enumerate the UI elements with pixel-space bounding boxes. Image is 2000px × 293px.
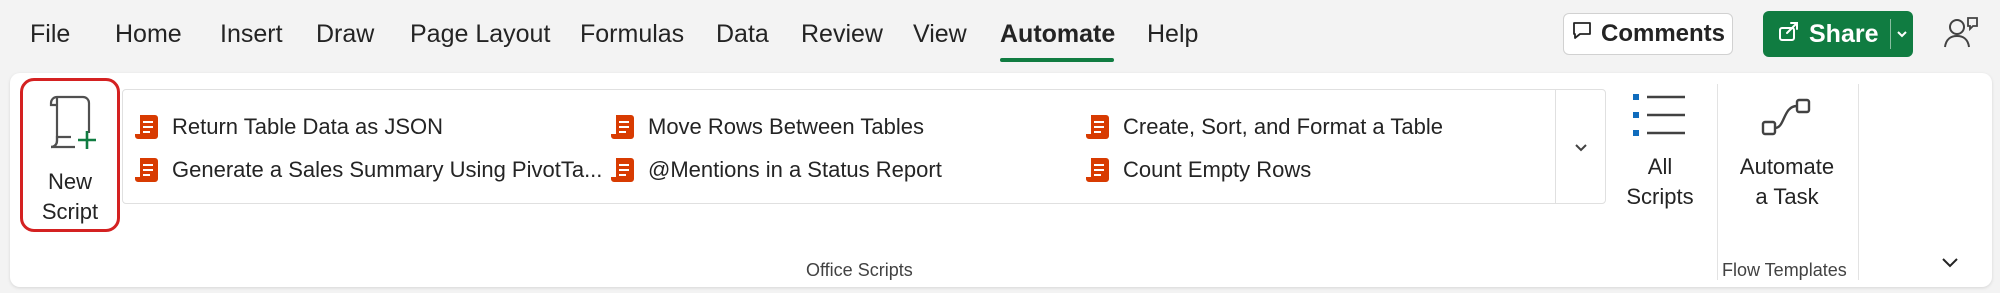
comments-label: Comments (1600, 20, 1726, 47)
script-create-sort-format-table[interactable]: Create, Sort, and Format a Table (1083, 112, 1443, 142)
new-script-icon (47, 91, 99, 162)
tab-review[interactable]: Review (801, 20, 883, 49)
ribbon-tab-bar: File Home Insert Draw Page Layout Formul… (0, 0, 2000, 72)
comments-button[interactable]: Comments (1563, 13, 1733, 55)
automate-task-label-line1: Automate (1739, 154, 1835, 179)
gallery-more-button[interactable] (1555, 90, 1606, 203)
share-button[interactable]: Share (1763, 11, 1913, 57)
tab-insert[interactable]: Insert (220, 20, 283, 49)
group-label-office-scripts: Office Scripts (806, 260, 913, 280)
script-label: @Mentions in a Status Report (648, 157, 942, 182)
tab-view[interactable]: View (913, 20, 967, 49)
script-icon (611, 115, 634, 139)
tab-help[interactable]: Help (1147, 20, 1198, 49)
tab-formulas[interactable]: Formulas (580, 20, 684, 49)
script-generate-sales-summary[interactable]: Generate a Sales Summary Using PivotTa..… (132, 155, 602, 185)
automate-task-label-line2: a Task (1755, 184, 1819, 209)
all-scripts-label-line1: All (1647, 154, 1673, 179)
script-icon (135, 158, 158, 182)
share-icon (1777, 19, 1801, 50)
script-return-table-data-json[interactable]: Return Table Data as JSON (132, 112, 443, 142)
script-icon (611, 158, 634, 182)
all-scripts-button[interactable]: All Scripts (1612, 90, 1708, 212)
group-divider (1717, 84, 1718, 280)
chevron-down-icon[interactable] (1891, 27, 1913, 41)
script-icon (1086, 115, 1109, 139)
script-label: Generate a Sales Summary Using PivotTa..… (172, 157, 603, 182)
new-script-label-line1: New (47, 169, 92, 194)
tab-draw[interactable]: Draw (316, 20, 374, 49)
script-mentions-status-report[interactable]: @Mentions in a Status Report (608, 155, 942, 185)
chevron-down-icon (1575, 143, 1587, 151)
chevron-down-icon (1942, 258, 1958, 268)
scripts-gallery (122, 89, 1606, 204)
script-move-rows-between-tables[interactable]: Move Rows Between Tables (608, 112, 924, 142)
collapse-ribbon-button[interactable] (1938, 250, 1962, 279)
tab-automate[interactable]: Automate (1000, 20, 1115, 49)
all-scripts-label-line2: Scripts (1626, 184, 1694, 209)
script-icon (135, 115, 158, 139)
active-tab-indicator (1000, 58, 1114, 62)
script-count-empty-rows[interactable]: Count Empty Rows (1083, 155, 1311, 185)
script-icon (1086, 158, 1109, 182)
tab-home[interactable]: Home (115, 20, 182, 49)
coauthor-person-icon[interactable] (1942, 14, 1980, 52)
automate-a-task-button[interactable]: Automate a Task (1724, 90, 1850, 212)
group-divider (1858, 84, 1859, 280)
tab-page-layout[interactable]: Page Layout (410, 20, 550, 49)
comment-icon (1571, 20, 1593, 49)
list-icon (1612, 90, 1708, 152)
group-label-flow-templates: Flow Templates (1722, 260, 1847, 280)
tab-data[interactable]: Data (716, 20, 769, 49)
script-label: Move Rows Between Tables (648, 114, 924, 139)
script-label: Return Table Data as JSON (172, 114, 444, 139)
share-label: Share (1809, 19, 1879, 48)
script-label: Create, Sort, and Format a Table (1123, 114, 1443, 139)
new-script-button[interactable]: New Script (20, 78, 120, 232)
script-label: Count Empty Rows (1123, 157, 1312, 182)
new-script-label-line2: Script (41, 199, 99, 224)
tab-file[interactable]: File (30, 20, 70, 49)
flow-icon (1724, 90, 1850, 152)
